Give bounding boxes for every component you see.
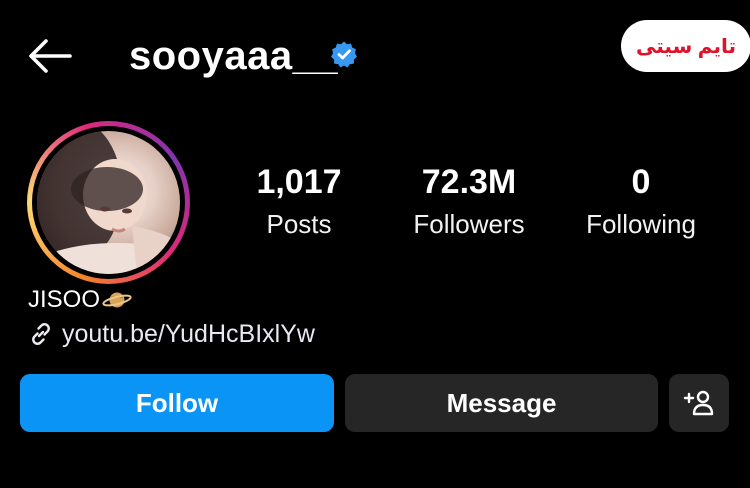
following-count: 0 (631, 163, 651, 201)
watermark-text: تایم سیتی (636, 35, 736, 58)
add-user-button[interactable] (669, 374, 729, 432)
link-text: youtu.be/YudHcBIxlYw (62, 320, 315, 348)
message-button[interactable]: Message (345, 374, 658, 432)
back-button[interactable] (26, 36, 72, 76)
ringed-planet-icon (102, 288, 132, 312)
follow-label: Follow (135, 387, 219, 418)
add-user-icon (683, 389, 715, 417)
link-icon (28, 321, 62, 347)
stat-followers[interactable]: 72.3M Followers (400, 160, 538, 242)
profile-display-name: JISOO (28, 284, 132, 316)
follow-button[interactable]: Follow (20, 374, 334, 432)
posts-count: 1,017 (256, 163, 342, 201)
watermark-badge: تایم سیتی (621, 20, 750, 72)
stat-following[interactable]: 0 Following (575, 160, 707, 242)
followers-label: Followers (413, 209, 525, 239)
stat-posts[interactable]: 1,017 Posts (232, 160, 366, 242)
display-name-text: JISOO (28, 286, 101, 313)
verified-badge-icon (330, 40, 358, 68)
posts-label: Posts (266, 209, 332, 239)
profile-link[interactable]: youtu.be/YudHcBIxlYw (28, 318, 315, 350)
profile-avatar[interactable] (27, 121, 190, 284)
avatar-photo (37, 131, 180, 274)
arrow-left-icon (26, 36, 72, 76)
profile-username: sooyaaa__ (129, 34, 339, 78)
followers-count: 72.3M (421, 163, 517, 201)
message-label: Message (446, 387, 557, 418)
following-label: Following (586, 209, 696, 239)
